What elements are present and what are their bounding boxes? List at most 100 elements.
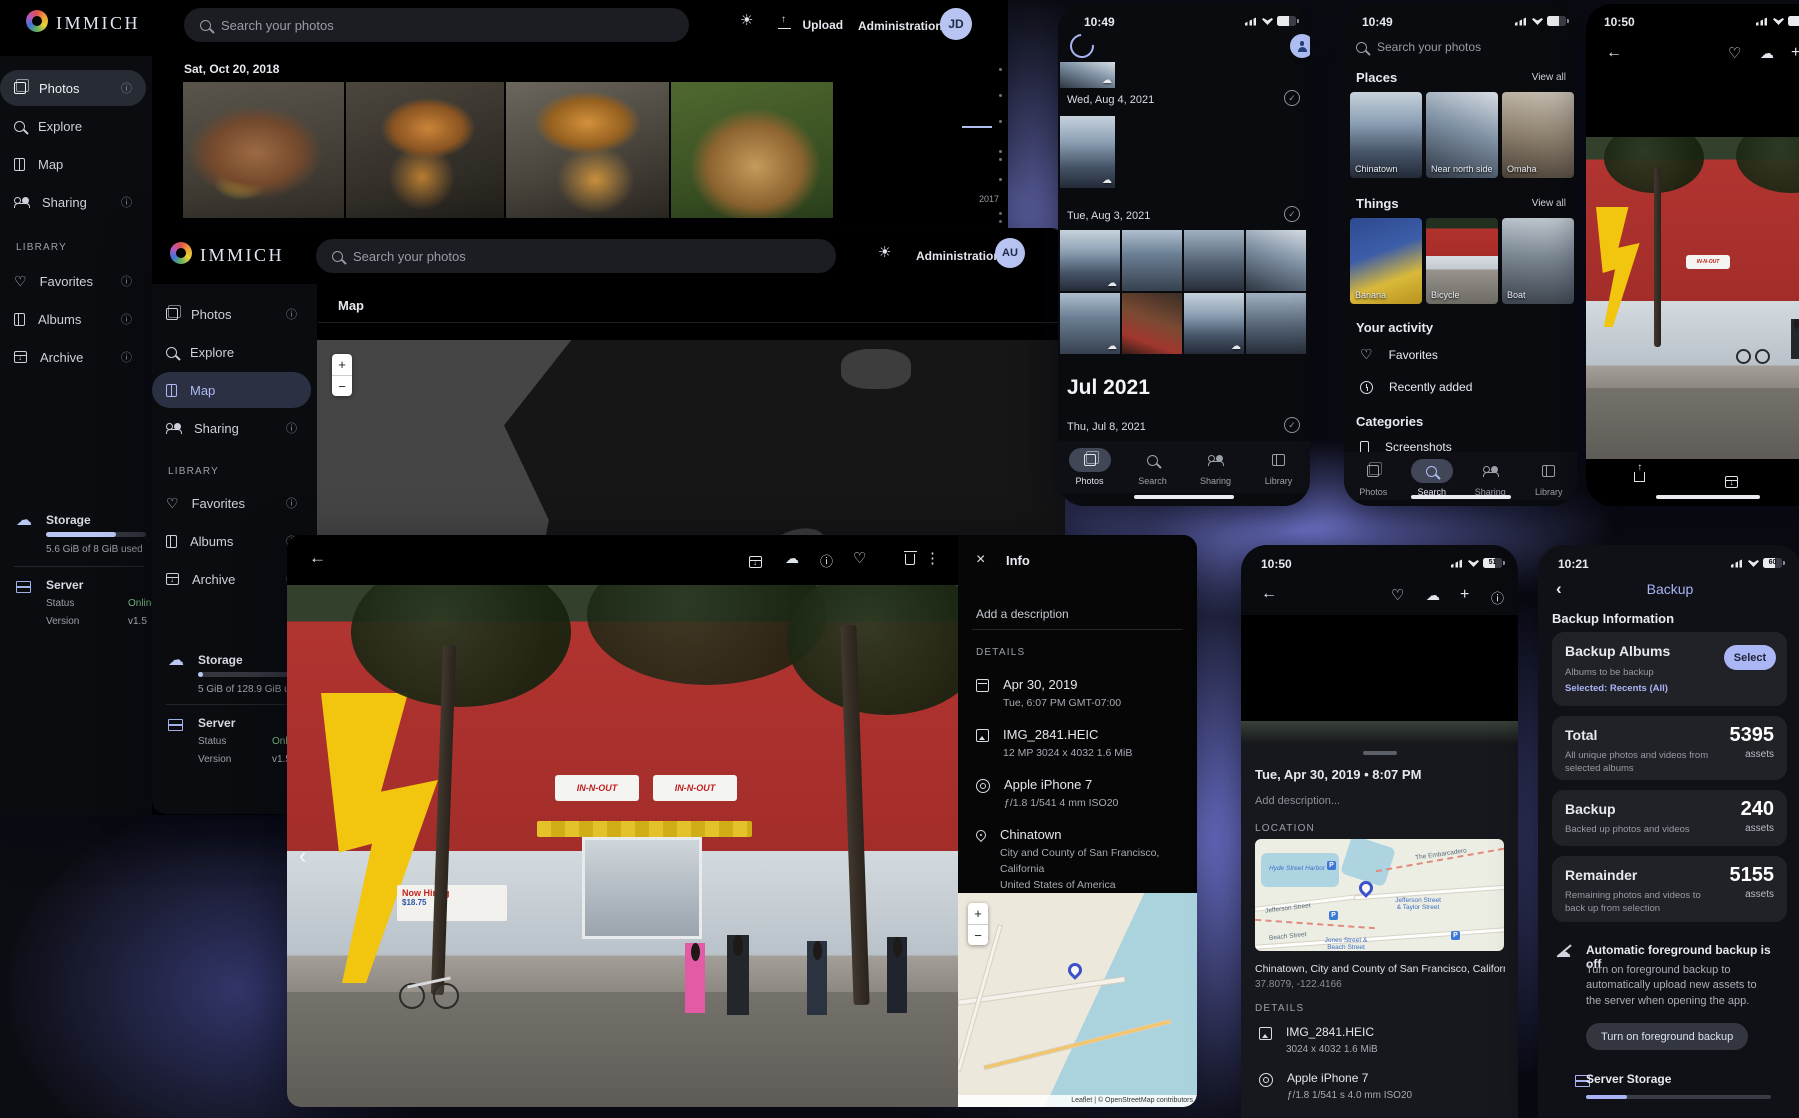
place-card-near-north-side[interactable]: Near north side	[1426, 92, 1498, 178]
zoom-in-button[interactable]: +	[332, 354, 352, 375]
map-zoom-control[interactable]: + −	[332, 354, 352, 396]
cloud-icon[interactable]: ☁	[785, 550, 799, 567]
thing-card-bicycle[interactable]: Bicycle	[1426, 218, 1498, 304]
detail-title[interactable]: Chinatown	[1000, 827, 1159, 842]
home-indicator[interactable]	[1411, 495, 1511, 499]
select-day-icon[interactable]: ✓	[1284, 206, 1300, 222]
location-map[interactable]: Hyde Street Harbor The Embarcadero Jeffe…	[1255, 839, 1504, 951]
profile-avatar[interactable]	[1290, 34, 1310, 58]
zoom-out-button[interactable]: −	[968, 924, 988, 945]
photo-thumbnail[interactable]	[346, 82, 504, 218]
sidebar-item-sharing[interactable]: Sharing ⓘ	[0, 184, 146, 220]
timeline-scrubber[interactable]: 2017	[955, 60, 1003, 230]
location-minimap[interactable]: + − Leaflet | © OpenStreetMap contributo…	[958, 893, 1197, 1107]
photo-thumbnail[interactable]	[671, 82, 833, 218]
zoom-in-button[interactable]: +	[968, 903, 988, 924]
photo-area[interactable]	[1241, 615, 1518, 745]
sidebar-item-favorites[interactable]: ♡ Favorites ⓘ	[152, 485, 311, 521]
photo-thumbnail[interactable]: ☁	[1060, 62, 1115, 88]
nav-library[interactable]: Library	[1523, 459, 1575, 497]
photo-thumbnail[interactable]: ☁	[1060, 293, 1120, 354]
thing-card-boat[interactable]: Boat	[1502, 218, 1574, 304]
photo-in-n-out[interactable]: IN-N-OUT	[1586, 137, 1799, 459]
favorite-heart-icon[interactable]: ♡	[1391, 586, 1404, 604]
favorite-heart-icon[interactable]: ♡	[853, 549, 866, 567]
activity-recently-added[interactable]: Recently added	[1360, 380, 1472, 394]
photo-thumbnail[interactable]	[1246, 293, 1306, 354]
select-button[interactable]: Select	[1724, 645, 1776, 670]
user-avatar[interactable]: JD	[940, 8, 972, 40]
activity-favorites[interactable]: ♡ Favorites	[1360, 346, 1438, 363]
photo-thumbnail[interactable]: ☁	[1060, 116, 1115, 188]
back-icon[interactable]: ←	[1606, 44, 1622, 62]
nav-search[interactable]: Search	[1406, 459, 1458, 497]
immich-logo-icon[interactable]	[170, 242, 192, 264]
sidebar-item-map[interactable]: Map	[152, 372, 311, 408]
sidebar-item-sharing[interactable]: Sharing ⓘ	[152, 410, 311, 446]
description-field[interactable]: Add description...	[1255, 795, 1340, 807]
photo-thumbnail[interactable]: ☁	[1184, 293, 1244, 354]
scrubber-handle[interactable]	[962, 126, 992, 128]
info-icon[interactable]: ⓘ	[1491, 588, 1504, 607]
select-day-icon[interactable]: ✓	[1284, 417, 1300, 433]
sidebar-item-explore[interactable]: Explore	[152, 334, 311, 370]
things-view-all[interactable]: View all	[1532, 198, 1566, 209]
kebab-menu-icon[interactable]: ⋮	[925, 549, 940, 567]
cloud-upload-icon[interactable]: ☁	[1426, 587, 1440, 604]
nav-library[interactable]: Library	[1253, 448, 1305, 486]
photo-in-n-out[interactable]: IN-N-OUT IN-N-OUT Now Hiring $18.75 ‹	[287, 585, 958, 1107]
upload-button[interactable]: Upload	[778, 16, 843, 34]
archive-icon[interactable]	[749, 556, 762, 568]
photo-thumbnail[interactable]	[183, 82, 344, 218]
photo-thumbnail[interactable]: ☁	[1060, 230, 1120, 291]
select-day-icon[interactable]: ✓	[1284, 90, 1300, 106]
sidebar-item-archive[interactable]: Archive ⓘ	[0, 339, 146, 375]
trash-icon[interactable]	[905, 554, 915, 565]
search-input[interactable]: Search your photos	[316, 239, 836, 273]
nav-search[interactable]: Search	[1127, 448, 1179, 486]
sidebar-item-explore[interactable]: Explore	[0, 108, 146, 144]
home-indicator[interactable]	[1134, 495, 1234, 499]
prev-photo-chevron[interactable]: ‹	[299, 843, 306, 869]
back-icon[interactable]: ←	[309, 548, 326, 568]
nav-photos[interactable]: Photos	[1064, 448, 1116, 486]
archive-icon[interactable]	[1725, 476, 1738, 488]
turn-on-backup-button[interactable]: Turn on foreground backup	[1586, 1023, 1748, 1050]
photo-thumbnail[interactable]	[1122, 293, 1182, 354]
favorite-heart-icon[interactable]: ♡	[1728, 44, 1741, 62]
nav-photos[interactable]: Photos	[1347, 459, 1399, 497]
sidebar-item-favorites[interactable]: ♡ Favorites ⓘ	[0, 263, 146, 299]
place-card-chinatown[interactable]: Chinatown	[1350, 92, 1422, 178]
theme-toggle-sun-icon[interactable]: ☀	[878, 243, 891, 261]
sidebar-item-albums[interactable]: Albums ⓘ	[0, 301, 146, 337]
administration-link[interactable]: Administration	[916, 249, 1001, 263]
user-avatar[interactable]: AU	[995, 238, 1025, 268]
add-icon[interactable]: +	[1791, 44, 1799, 62]
immich-logo-icon[interactable]	[26, 10, 48, 32]
search-input[interactable]: Search your photos	[1356, 40, 1481, 54]
thing-card-banana[interactable]: Banana	[1350, 218, 1422, 304]
search-input[interactable]: Search your photos	[184, 8, 689, 42]
photo-thumbnail[interactable]	[506, 82, 669, 218]
sidebar-item-photos[interactable]: Photos ⓘ	[152, 296, 311, 332]
cloud-upload-icon[interactable]: ☁	[1760, 45, 1774, 62]
nav-sharing[interactable]: Sharing	[1464, 459, 1516, 497]
sidebar-item-photos[interactable]: Photos ⓘ	[0, 70, 146, 106]
map-zoom-control[interactable]: + −	[968, 903, 988, 945]
zoom-out-button[interactable]: −	[332, 375, 352, 396]
description-field[interactable]: Add a description	[976, 607, 1069, 621]
back-icon[interactable]: ←	[1261, 585, 1277, 603]
add-icon[interactable]: +	[1460, 586, 1469, 604]
sidebar-item-map[interactable]: Map	[0, 146, 146, 182]
close-icon[interactable]: ×	[976, 551, 985, 569]
place-card-omaha[interactable]: Omaha	[1502, 92, 1574, 178]
nav-sharing[interactable]: Sharing	[1190, 448, 1242, 486]
sheet-drag-handle[interactable]	[1363, 751, 1397, 755]
share-icon[interactable]	[1634, 472, 1645, 482]
photo-thumbnail[interactable]	[1184, 230, 1244, 291]
photo-thumbnail[interactable]	[1122, 230, 1182, 291]
places-view-all[interactable]: View all	[1532, 72, 1566, 83]
theme-toggle-sun-icon[interactable]: ☀	[740, 11, 753, 29]
info-icon[interactable]: ⓘ	[820, 551, 833, 570]
home-indicator[interactable]	[1656, 495, 1760, 499]
